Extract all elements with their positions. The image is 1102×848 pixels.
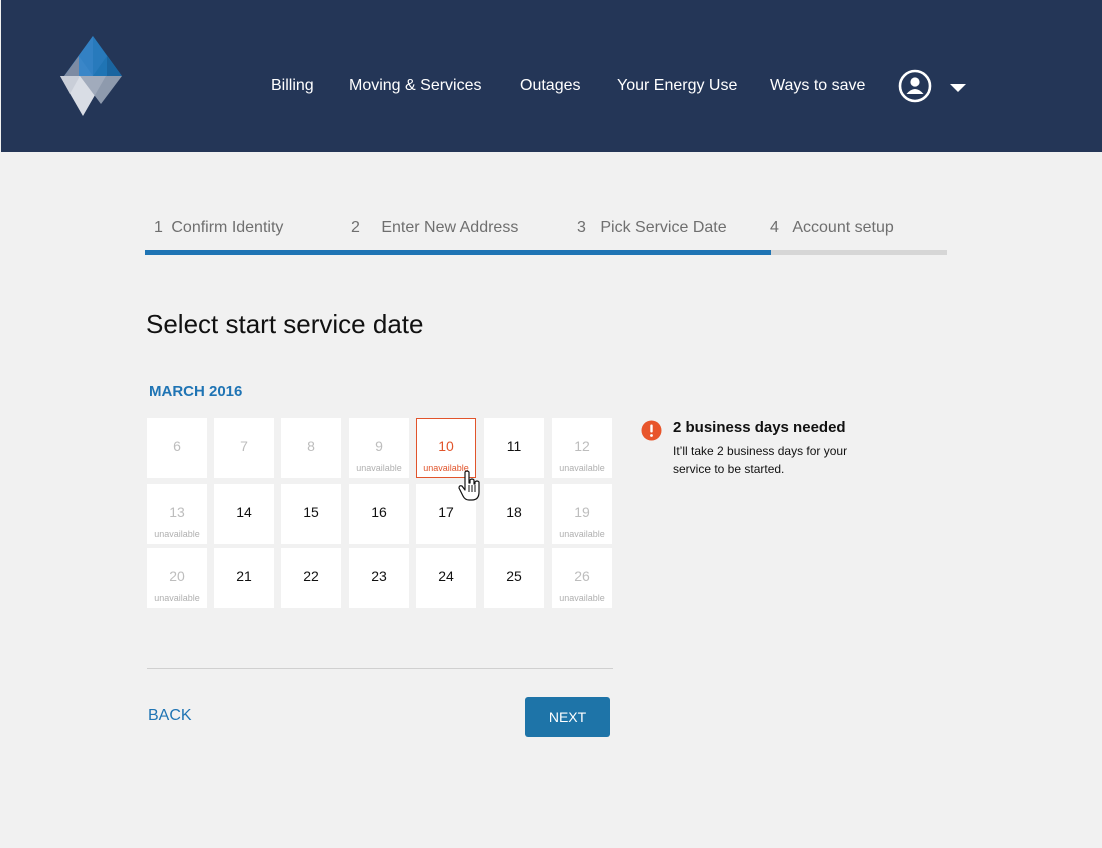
- calendar-day[interactable]: 14: [214, 484, 274, 544]
- nav-billing[interactable]: Billing: [271, 76, 314, 96]
- company-logo[interactable]: [60, 36, 124, 118]
- calendar-day-number: 11: [506, 438, 522, 454]
- progress-track: [145, 250, 947, 255]
- calendar-day[interactable]: 21: [214, 548, 274, 608]
- step-label: Pick Service Date: [600, 219, 727, 236]
- calendar-day-number: 24: [438, 568, 454, 584]
- progress-fill: [145, 250, 771, 255]
- calendar-day-number: 6: [173, 438, 181, 454]
- calendar-day-number: 14: [236, 504, 252, 520]
- next-button[interactable]: NEXT: [525, 697, 610, 737]
- calendar-day[interactable]: 8: [281, 418, 341, 478]
- calendar-day[interactable]: 26 unavailable: [552, 548, 612, 608]
- calendar-day-number: 13: [169, 504, 185, 520]
- step-number: 4: [770, 219, 779, 236]
- calendar-day[interactable]: 20 unavailable: [147, 548, 207, 608]
- notice-body: It’ll take 2 business days for your serv…: [673, 444, 848, 476]
- calendar-day-number: 20: [169, 568, 185, 584]
- calendar-day-number: 18: [506, 504, 522, 520]
- calendar-day[interactable]: 7: [214, 418, 274, 478]
- calendar-day[interactable]: 15: [281, 484, 341, 544]
- alert-icon: [641, 420, 662, 441]
- step-account-setup[interactable]: 4 Account setup: [770, 218, 894, 238]
- step-label: Confirm Identity: [171, 219, 284, 236]
- calendar-day-number: 25: [506, 568, 522, 584]
- step-number: 1: [154, 219, 163, 236]
- calendar-day[interactable]: 18: [484, 484, 544, 544]
- calendar-day[interactable]: 12 unavailable: [552, 418, 612, 478]
- nav-ways-to-save[interactable]: Ways to save: [770, 76, 865, 96]
- calendar-day-number: 19: [574, 504, 590, 520]
- nav-outages[interactable]: Outages: [520, 76, 580, 96]
- calendar-day-number: 8: [307, 438, 315, 454]
- step-number: 2: [351, 219, 360, 236]
- unavailable-label: unavailable: [423, 463, 469, 473]
- step-label: Enter New Address: [381, 219, 519, 236]
- calendar-day[interactable]: 24: [416, 548, 476, 608]
- calendar-day[interactable]: 19 unavailable: [552, 484, 612, 544]
- unavailable-label: unavailable: [154, 593, 200, 603]
- calendar-day-selected[interactable]: 10 unavailable: [416, 418, 476, 478]
- calendar-day[interactable]: 25: [484, 548, 544, 608]
- calendar-day[interactable]: 9 unavailable: [349, 418, 409, 478]
- calendar-day-number: 23: [371, 568, 387, 584]
- calendar-day-number: 17: [438, 504, 454, 520]
- step-pick-service-date[interactable]: 3 Pick Service Date: [577, 218, 727, 238]
- back-link[interactable]: BACK: [148, 706, 192, 726]
- nav-moving-services[interactable]: Moving & Services: [349, 76, 482, 96]
- calendar-day-number: 12: [574, 438, 590, 454]
- unavailable-label: unavailable: [559, 463, 605, 473]
- step-label: Account setup: [792, 219, 894, 236]
- calendar-day[interactable]: 23: [349, 548, 409, 608]
- calendar-day[interactable]: 6: [147, 418, 207, 478]
- calendar-day-number: 16: [371, 504, 387, 520]
- calendar-day-number: 7: [240, 438, 248, 454]
- chevron-down-icon[interactable]: [949, 82, 967, 94]
- calendar-day-number: 22: [303, 568, 319, 584]
- page-title: Select start service date: [146, 309, 424, 339]
- step-number: 3: [577, 219, 586, 236]
- nav-energy-use[interactable]: Your Energy Use: [617, 76, 737, 96]
- top-header: Billing Moving & Services Outages Your E…: [1, 0, 1102, 152]
- calendar-day[interactable]: 16: [349, 484, 409, 544]
- calendar-day[interactable]: 22: [281, 548, 341, 608]
- calendar-day-number: 15: [303, 504, 319, 520]
- step-confirm-identity[interactable]: 1 Confirm Identity: [154, 218, 283, 238]
- unavailable-label: unavailable: [559, 593, 605, 603]
- calendar-day-number: 26: [574, 568, 590, 584]
- notice-title: 2 business days needed: [673, 419, 846, 436]
- calendar-day-number: 10: [438, 438, 454, 454]
- calendar-day[interactable]: 13 unavailable: [147, 484, 207, 544]
- calendar-day-number: 9: [375, 438, 383, 454]
- unavailable-label: unavailable: [154, 529, 200, 539]
- divider: [147, 668, 613, 669]
- step-enter-new-address[interactable]: 2 Enter New Address: [351, 218, 518, 238]
- unavailable-label: unavailable: [356, 463, 402, 473]
- calendar-day[interactable]: 11: [484, 418, 544, 478]
- calendar-day[interactable]: 17: [416, 484, 476, 544]
- user-avatar-icon[interactable]: [898, 69, 932, 103]
- unavailable-label: unavailable: [559, 529, 605, 539]
- calendar-month-label: MARCH 2016: [149, 383, 243, 400]
- calendar-day-number: 21: [236, 568, 252, 584]
